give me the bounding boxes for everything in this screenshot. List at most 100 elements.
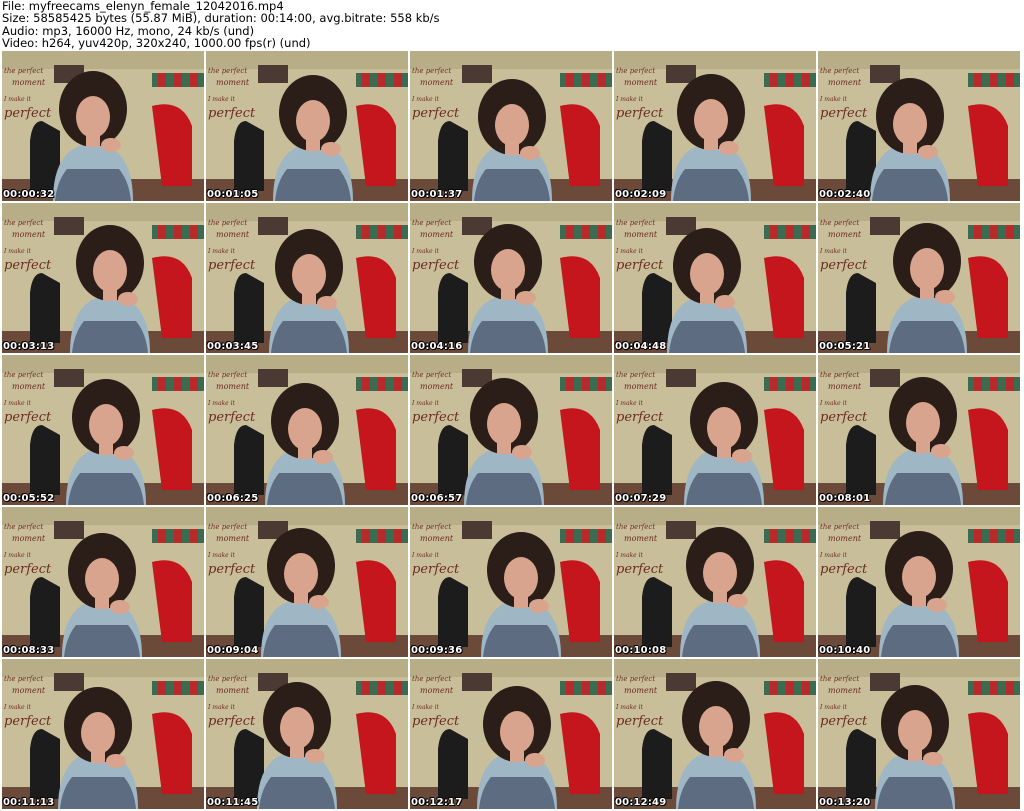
wall-decal-text: perfect xyxy=(616,410,664,425)
wall-decal-text: perfect xyxy=(820,106,868,121)
video-thumbnail: the perfect moment I make it perfect 00:00:3… xyxy=(2,51,204,201)
video-thumbnail: the perfect moment I make it perfect 00:09:3… xyxy=(410,507,612,657)
wall-decal-text: moment xyxy=(420,686,454,695)
wall-decal: the perfect moment I make it perfect xyxy=(411,67,460,121)
thumbnail-grid: the perfect moment I make it perfect 00:00:3… xyxy=(2,51,1022,811)
wall-decal-text: the perfect xyxy=(616,371,655,379)
wall-decal-text: moment xyxy=(216,534,250,543)
video-thumbnail: the perfect moment I make it perfect 00:01:3… xyxy=(410,51,612,201)
wall-decal-text: I make it xyxy=(411,552,440,559)
wall-decal-text: moment xyxy=(216,230,250,239)
timestamp-label: 00:08:33 xyxy=(3,645,55,656)
wall-decal-text: the perfect xyxy=(820,371,859,379)
wall-decal-text: I make it xyxy=(819,552,848,559)
video-thumbnail: the perfect moment I make it perfect 00:09:0… xyxy=(206,507,408,657)
timestamp-label: 00:04:48 xyxy=(615,341,667,352)
wall-decal-text: I make it xyxy=(3,552,32,559)
wall-decal-text: the perfect xyxy=(820,67,859,75)
timestamp-label: 00:11:13 xyxy=(3,797,55,808)
wall-decal-text: I make it xyxy=(411,248,440,255)
timestamp-label: 00:09:36 xyxy=(411,645,463,656)
wall-decal-text: the perfect xyxy=(4,219,43,227)
wall-decal: the perfect moment I make it perfect xyxy=(3,67,52,121)
wall-decal-text: perfect xyxy=(412,258,460,273)
wall-decal-text: perfect xyxy=(208,258,256,273)
wall-decal-text: moment xyxy=(12,534,46,543)
wall-decal: the perfect moment I make it perfect xyxy=(207,219,256,273)
wall-decal-text: the perfect xyxy=(4,371,43,379)
video-thumbnail: the perfect moment I make it perfect 00:12:1… xyxy=(410,659,612,809)
wall-decal-text: moment xyxy=(12,382,46,391)
wall-decal-text: the perfect xyxy=(616,675,655,683)
wall-decal-text: the perfect xyxy=(820,675,859,683)
timestamp-label: 00:03:45 xyxy=(207,341,259,352)
wall-decal-text: moment xyxy=(216,686,250,695)
wall-decal-text: the perfect xyxy=(208,219,247,227)
video-thumbnail: the perfect moment I make it perfect 00:07:2… xyxy=(614,355,816,505)
size-line: Size: 58585425 bytes (55.87 MiB), durati… xyxy=(2,11,440,26)
wall-decal-text: I make it xyxy=(411,704,440,711)
file-info-header: File: myfreecams_elenyn_female_12042016.… xyxy=(2,0,440,50)
timestamp-label: 00:08:01 xyxy=(819,493,871,504)
wall-decal-text: moment xyxy=(624,686,658,695)
wall-decal-text: I make it xyxy=(3,704,32,711)
video-thumbnail: the perfect moment I make it perfect 00:03:1… xyxy=(2,203,204,353)
wall-decal-text: the perfect xyxy=(208,675,247,683)
wall-decal-text: I make it xyxy=(3,96,32,103)
wall-decal-text: I make it xyxy=(819,248,848,255)
wall-decal-text: I make it xyxy=(819,96,848,103)
timestamp-label: 00:12:17 xyxy=(411,797,463,808)
timestamp-label: 00:05:52 xyxy=(3,493,55,504)
wall-decal-text: moment xyxy=(12,686,46,695)
wall-decal-text: perfect xyxy=(616,714,664,729)
wall-decal-text: moment xyxy=(828,78,862,87)
wall-decal: the perfect moment I make it perfect xyxy=(3,371,52,425)
wall-decal-text: the perfect xyxy=(616,523,655,531)
wall-decal-text: perfect xyxy=(412,410,460,425)
video-thumbnail: the perfect moment I make it perfect 00:04:4… xyxy=(614,203,816,353)
video-thumbnail: the perfect moment I make it perfect 00:12:4… xyxy=(614,659,816,809)
wall-decal: the perfect moment I make it perfect xyxy=(615,371,664,425)
wall-decal: the perfect moment I make it perfect xyxy=(411,371,460,425)
wall-decal-text: I make it xyxy=(615,552,644,559)
wall-decal-text: the perfect xyxy=(820,219,859,227)
video-thumbnail: the perfect moment I make it perfect 00:13:2… xyxy=(818,659,1020,809)
wall-decal-text: I make it xyxy=(207,96,236,103)
timestamp-label: 00:12:49 xyxy=(615,797,667,808)
wall-decal-text: moment xyxy=(828,230,862,239)
wall-decal-text: the perfect xyxy=(4,675,43,683)
wall-decal-text: I make it xyxy=(207,552,236,559)
wall-decal-text: perfect xyxy=(4,410,52,425)
wall-decal-text: I make it xyxy=(3,400,32,407)
wall-decal-text: I make it xyxy=(207,400,236,407)
wall-decal: the perfect moment I make it perfect xyxy=(819,219,868,273)
timestamp-label: 00:01:05 xyxy=(207,189,259,200)
timestamp-label: 00:05:21 xyxy=(819,341,871,352)
wall-decal-text: perfect xyxy=(820,258,868,273)
timestamp-label: 00:11:45 xyxy=(207,797,259,808)
wall-decal-text: moment xyxy=(828,686,862,695)
wall-decal: the perfect moment I make it perfect xyxy=(615,675,664,729)
video-thumbnail: the perfect moment I make it perfect 00:01:0… xyxy=(206,51,408,201)
wall-decal: the perfect moment I make it perfect xyxy=(411,675,460,729)
wall-decal-text: moment xyxy=(624,382,658,391)
wall-decal: the perfect moment I make it perfect xyxy=(615,219,664,273)
timestamp-label: 00:10:40 xyxy=(819,645,871,656)
wall-decal: the perfect moment I make it perfect xyxy=(3,219,52,273)
wall-decal-text: perfect xyxy=(4,258,52,273)
video-thumbnail: the perfect moment I make it perfect 00:10:0… xyxy=(614,507,816,657)
video-thumbnail: the perfect moment I make it perfect 00:04:1… xyxy=(410,203,612,353)
wall-decal-text: moment xyxy=(12,230,46,239)
wall-decal-text: moment xyxy=(624,534,658,543)
wall-decal-text: perfect xyxy=(4,714,52,729)
wall-decal-text: perfect xyxy=(4,106,52,121)
wall-decal-text: moment xyxy=(216,78,250,87)
wall-decal-text: moment xyxy=(420,382,454,391)
wall-decal-text: perfect xyxy=(412,562,460,577)
wall-decal-text: moment xyxy=(12,78,46,87)
timestamp-label: 00:09:04 xyxy=(207,645,259,656)
video-thumbnail: the perfect moment I make it perfect 00:08:3… xyxy=(2,507,204,657)
wall-decal-text: perfect xyxy=(412,106,460,121)
wall-decal-text: moment xyxy=(828,534,862,543)
wall-decal: the perfect moment I make it perfect xyxy=(615,67,664,121)
